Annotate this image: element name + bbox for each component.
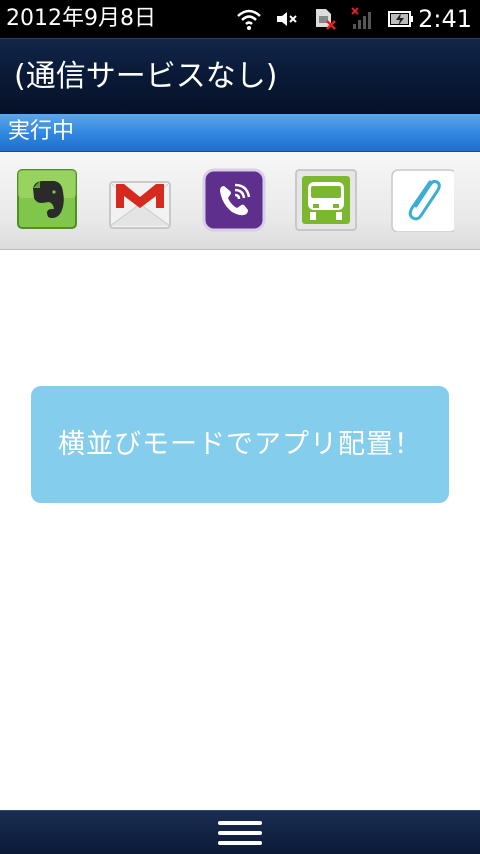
- title-bar: (通信サービスなし): [0, 38, 480, 114]
- viber-app-icon[interactable]: [202, 168, 266, 232]
- layout-mode-banner[interactable]: 横並びモードでアプリ配置！: [31, 386, 449, 503]
- viber-icon: [202, 168, 266, 232]
- evernote-icon: [17, 169, 77, 229]
- menu-icon[interactable]: [216, 819, 264, 847]
- status-time: 2:41: [418, 5, 472, 33]
- bottom-bar: [0, 810, 480, 854]
- clip-app-icon[interactable]: [390, 168, 454, 232]
- status-date: 2012年9月8日: [6, 6, 156, 31]
- gmail-app-icon[interactable]: [108, 168, 172, 232]
- evernote-app-icon[interactable]: [16, 168, 80, 232]
- mute-icon: [274, 7, 300, 31]
- no-signal-icon: [350, 7, 376, 31]
- running-section-label: 実行中: [8, 119, 75, 144]
- gmail-icon: [109, 181, 171, 229]
- running-section-header: 実行中: [0, 114, 480, 152]
- running-apps-row: [0, 152, 480, 250]
- banner-text: 横並びモードでアプリ配置！: [58, 429, 422, 460]
- wifi-icon: [236, 7, 262, 31]
- train-app-icon[interactable]: [294, 168, 358, 232]
- status-bar: 2012年9月8日 2:41: [0, 0, 480, 38]
- page-title: (通信サービスなし): [14, 59, 278, 94]
- train-icon: [295, 169, 357, 231]
- paperclip-icon: [391, 169, 454, 232]
- sim-error-icon: [312, 7, 338, 31]
- battery-charging-icon: [388, 7, 414, 31]
